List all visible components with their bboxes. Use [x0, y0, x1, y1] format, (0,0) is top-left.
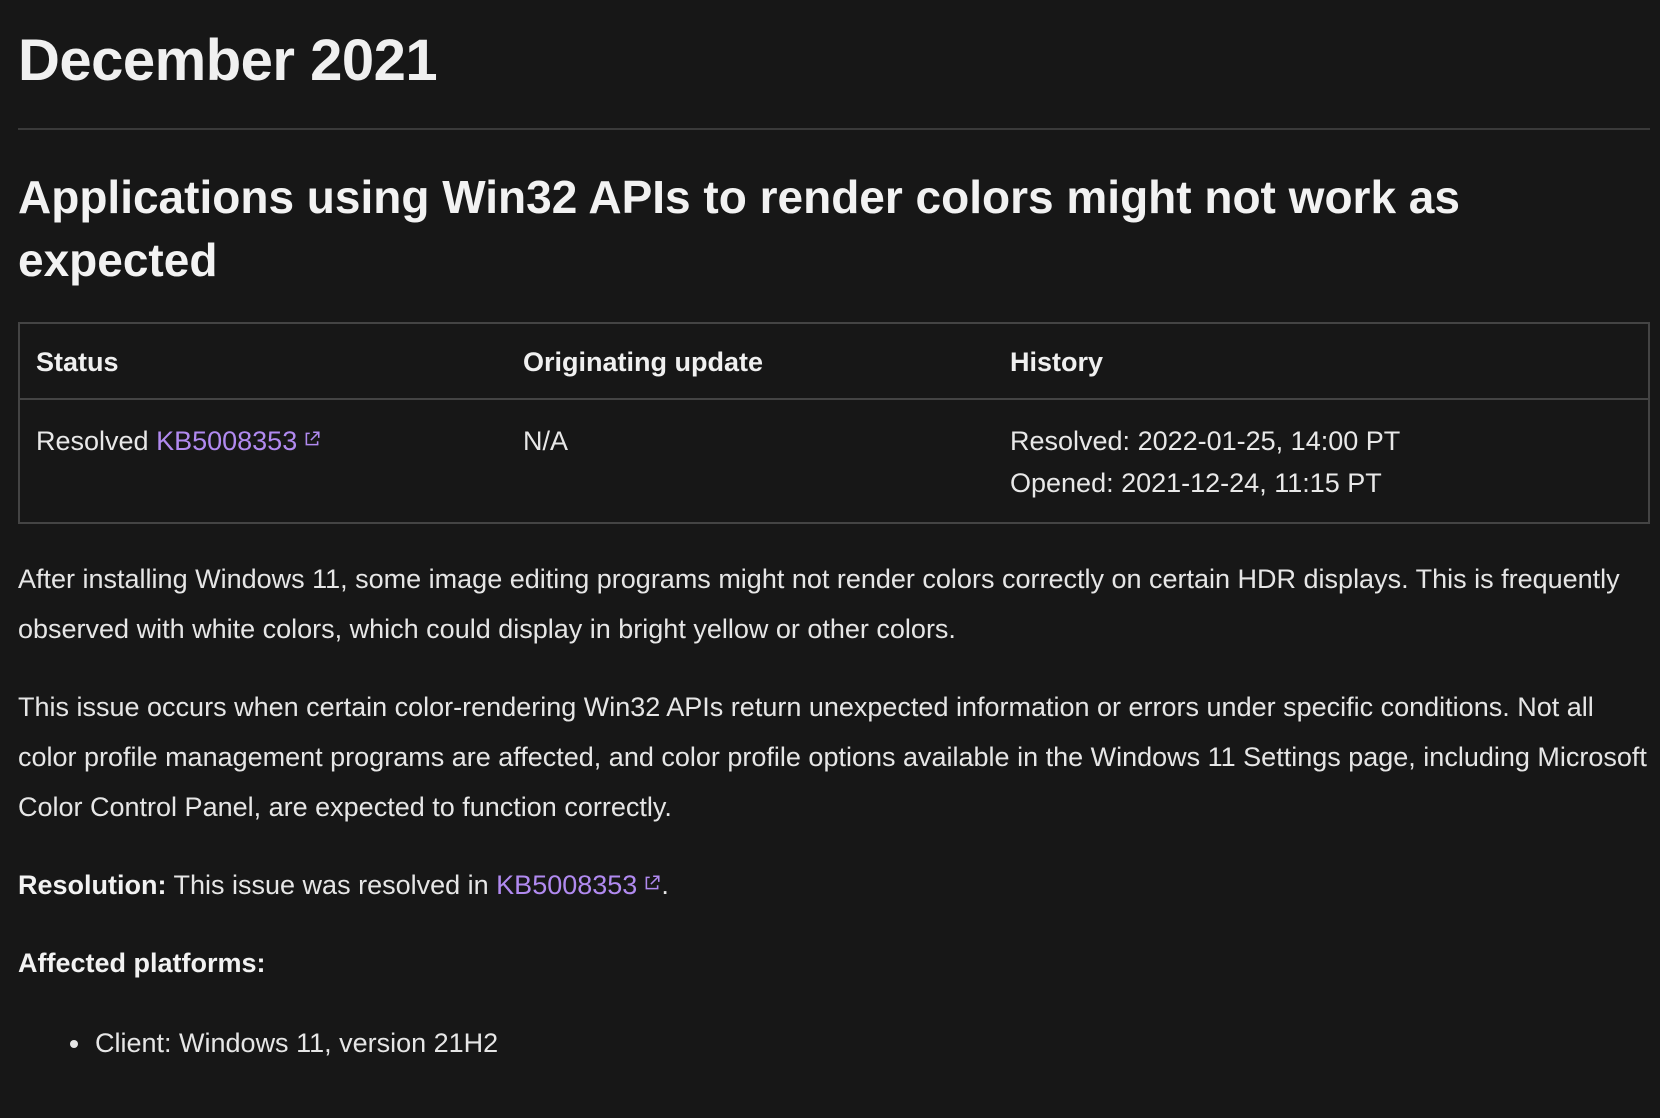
divider [18, 128, 1650, 130]
resolution-paragraph: Resolution: This issue was resolved in K… [18, 860, 1650, 910]
issue-cause: This issue occurs when certain color-ren… [18, 692, 1647, 822]
issue-title: Applications using Win32 APIs to render … [18, 171, 1460, 286]
list-item: Client: Windows 11, version 21H2 [93, 1018, 1650, 1068]
resolution-kb-link[interactable]: KB5008353 [496, 870, 661, 900]
external-link-icon [645, 875, 660, 890]
table-row: Resolved KB5008353 N/A Resolved: 2022-01… [19, 399, 1649, 523]
month-heading: December 2021 [18, 28, 438, 93]
issue-status-table: Status Originating update History Resolv… [18, 322, 1650, 524]
resolution-label: Resolution: [18, 870, 167, 900]
status-header: Status [19, 323, 507, 400]
history-header: History [994, 323, 1649, 400]
external-link-icon [305, 431, 320, 446]
resolution-kb-link-label: KB5008353 [496, 870, 638, 900]
affected-platforms-label: Affected platforms: [18, 948, 266, 978]
resolution-text: This issue was resolved in [173, 870, 489, 900]
status-kb-link-label: KB5008353 [156, 426, 298, 456]
table-header-row: Status Originating update History [19, 323, 1649, 400]
release-health-page: December 2021 Applications using Win32 A… [0, 0, 1650, 1068]
history-resolved: Resolved: 2022-01-25, 14:00 PT [1010, 426, 1401, 456]
affected-platforms-list: Client: Windows 11, version 21H2 [18, 1018, 1650, 1068]
status-kb-link[interactable]: KB5008353 [156, 426, 321, 456]
originating-update-header: Originating update [507, 323, 994, 400]
originating-update-cell: N/A [523, 426, 569, 456]
status-text: Resolved [36, 426, 149, 456]
resolution-suffix: . [661, 870, 669, 900]
affected-platforms-heading: Affected platforms: [18, 938, 1650, 988]
status-cell: Resolved KB5008353 [19, 399, 507, 523]
history-opened: Opened: 2021-12-24, 11:15 PT [1010, 468, 1382, 498]
issue-description: After installing Windows 11, some image … [18, 564, 1620, 644]
history-cell: Resolved: 2022-01-25, 14:00 PT Opened: 2… [994, 399, 1649, 523]
